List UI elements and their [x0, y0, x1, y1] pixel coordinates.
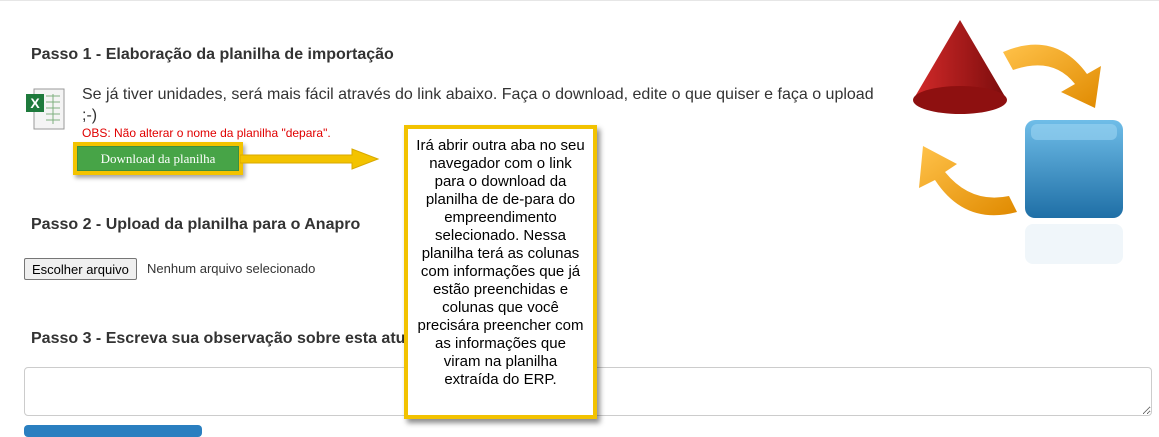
download-highlight: Download da planilha: [73, 142, 243, 175]
submit-button[interactable]: [24, 425, 202, 437]
file-status-text: Nenhum arquivo selecionado: [147, 261, 316, 276]
step1-title: Passo 1 - Elaboração da planilha de impo…: [31, 46, 394, 63]
import-cycle-logo: [913, 20, 1123, 264]
step3-title: Passo 3 - Escreva sua observação sobre e…: [31, 330, 406, 347]
arrow-right-icon: [240, 148, 380, 170]
cone-shape: [913, 20, 1007, 114]
svg-text:X: X: [30, 95, 40, 111]
excel-file-icon: X: [26, 88, 65, 130]
step1-intro-text: Se já tiver unidades, será mais fácil at…: [82, 86, 874, 124]
step1-obs-warning: OBS: Não alterar o nome da planilha "dep…: [82, 126, 331, 140]
step2-title: Passo 2 - Upload da planilha para o Anap…: [31, 216, 361, 233]
top-divider: [0, 0, 1159, 1]
callout-tooltip: Irá abrir outra aba no seu navegador com…: [404, 125, 597, 419]
choose-file-button[interactable]: Escolher arquivo: [24, 258, 137, 280]
download-spreadsheet-button[interactable]: Download da planilha: [77, 146, 239, 171]
